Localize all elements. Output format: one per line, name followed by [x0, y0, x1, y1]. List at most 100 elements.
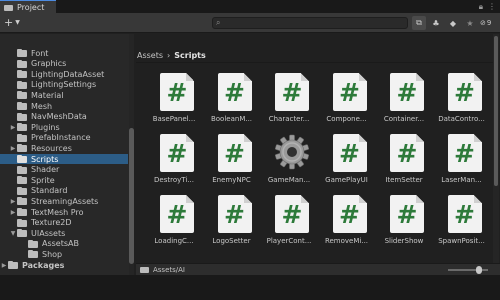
asset-name: Character...: [268, 115, 310, 123]
csharp-script-icon: #: [390, 195, 424, 233]
asset-item[interactable]: # ItemSetter: [376, 126, 432, 186]
csharp-script-icon: #: [275, 73, 309, 111]
favorite-star-icon[interactable]: ★: [463, 16, 477, 30]
asset-name: BooleanM...: [210, 115, 253, 123]
tab-project[interactable]: Project: [0, 0, 56, 13]
breadcrumb-root[interactable]: Assets: [137, 51, 163, 60]
folder-icon: [4, 4, 13, 11]
tree-item-packages[interactable]: ▶ Packages: [0, 260, 65, 270]
asset-grid-scrollbar[interactable]: [493, 34, 499, 275]
folder-tree: Font Graphics LightingDataAsset LightingSet…: [0, 34, 134, 275]
tree-item-assetsab[interactable]: AssetsAB: [20, 239, 79, 249]
tree-item-font[interactable]: Font: [9, 48, 48, 58]
tree-item-lightingsettings[interactable]: LightingSettings: [9, 80, 96, 90]
tree-item-plugins[interactable]: ▶ Plugins: [9, 122, 60, 132]
asset-item[interactable]: # GamePlayUI: [319, 126, 375, 186]
kebab-menu-icon[interactable]: ⋮: [488, 2, 496, 11]
tree-item-label: Scripts: [31, 154, 59, 164]
tree-item-mesh[interactable]: Mesh: [9, 101, 52, 111]
folder-icon: [17, 218, 28, 227]
tree-item-material[interactable]: Material: [9, 90, 64, 100]
asset-item[interactable]: # RemoveMi...: [319, 187, 375, 247]
asset-name: LaserMan...: [441, 176, 482, 184]
asset-item[interactable]: # LoadingC...: [146, 187, 202, 247]
tree-item-label: Packages: [22, 260, 65, 270]
expand-arrow-right-icon[interactable]: ▶: [0, 262, 8, 269]
tree-item-label: AssetsAB: [42, 239, 79, 249]
tree-item-textmesh-pro[interactable]: ▶ TextMesh Pro: [9, 207, 84, 217]
tree-item-label: Shader: [31, 165, 60, 175]
lock-icon[interactable]: 🔒︎: [479, 2, 483, 12]
asset-item[interactable]: # Character...: [261, 65, 317, 125]
asset-item[interactable]: # EnemyNPC: [204, 126, 260, 186]
expand-arrow-down-icon[interactable]: ▼: [9, 230, 17, 237]
tree-item-label: NavMeshData: [31, 112, 87, 122]
tree-item-sprite[interactable]: Sprite: [9, 175, 55, 185]
expand-arrow-right-icon[interactable]: ▶: [9, 124, 17, 131]
folder-icon: [17, 123, 28, 132]
tree-item-label: TextMesh Pro: [31, 207, 84, 217]
tree-item-graphics[interactable]: Graphics: [9, 59, 66, 69]
slider-knob[interactable]: [476, 266, 482, 274]
tree-item-streamingassets[interactable]: ▶ StreamingAssets: [9, 196, 99, 206]
tree-item-shader[interactable]: Shader: [9, 165, 59, 175]
folder-icon: [17, 208, 28, 216]
create-button[interactable]: + ▼: [4, 16, 20, 29]
tree-item-label: LightingDataAsset: [31, 69, 105, 79]
folder-icon: [17, 59, 28, 68]
search-input[interactable]: ⌕: [212, 17, 408, 29]
asset-item[interactable]: # LaserMan...: [434, 126, 490, 186]
asset-item[interactable]: # DataContro...: [434, 65, 490, 125]
tree-item-lightingdataasset[interactable]: LightingDataAsset: [9, 69, 104, 79]
search-by-type-icon[interactable]: ⧉: [412, 16, 426, 30]
breadcrumb-current[interactable]: Scripts: [174, 51, 206, 60]
csharp-script-icon: #: [160, 134, 194, 172]
expand-arrow-right-icon[interactable]: ▶: [9, 198, 17, 205]
asset-item[interactable]: # SliderShow: [376, 187, 432, 247]
tree-item-texture2d[interactable]: Texture2D: [9, 218, 72, 228]
tree-item-standard[interactable]: Standard: [9, 186, 67, 196]
expand-arrow-right-icon[interactable]: ▶: [9, 145, 17, 152]
tree-item-label: Standard: [31, 186, 68, 196]
asset-item[interactable]: # SpawnPosit...: [434, 187, 490, 247]
tree-item-scripts[interactable]: Scripts: [0, 154, 128, 164]
csharp-script-icon: #: [390, 73, 424, 111]
folder-icon: [17, 112, 28, 121]
tree-item-label: Sprite: [31, 175, 55, 185]
asset-item[interactable]: # PlayerCont...: [261, 187, 317, 247]
folder-icon: [17, 70, 28, 79]
tree-item-navmeshdata[interactable]: NavMeshData: [9, 112, 87, 122]
tree-item-label: Shop: [42, 249, 63, 259]
icon-size-slider[interactable]: [448, 266, 488, 274]
asset-name: DestroyTi...: [154, 176, 194, 184]
breadcrumb-separator: ›: [167, 50, 171, 60]
folder-icon: [17, 197, 28, 206]
folder-tree-scrollbar[interactable]: [129, 34, 134, 275]
expand-arrow-right-icon[interactable]: ▶: [9, 209, 17, 216]
csharp-script-icon: #: [332, 195, 367, 233]
asset-item[interactable]: # Container...: [376, 65, 432, 125]
csharp-script-icon: #: [160, 195, 194, 233]
asset-item[interactable]: GameMan...: [261, 126, 317, 186]
tree-item-uiassets[interactable]: ▼ UIAssets: [9, 228, 66, 238]
hidden-packages-toggle[interactable]: ⊘ 9: [480, 19, 491, 27]
asset-item[interactable]: # BooleanM...: [204, 65, 260, 125]
tree-item-resources[interactable]: ▶ Resources: [9, 143, 72, 153]
folder-icon: [17, 165, 28, 174]
tree-item-label: Graphics: [31, 59, 67, 69]
asset-item[interactable]: # Compone...: [319, 65, 375, 125]
tag-icon[interactable]: ◆: [446, 16, 460, 30]
csharp-script-icon: #: [217, 134, 252, 172]
asset-item[interactable]: # BasePanel...: [146, 65, 202, 125]
asset-item[interactable]: # LogoSetter: [204, 187, 260, 247]
status-bar: Assets/AI: [136, 263, 500, 275]
tree-item-prefabinstance[interactable]: PrefabInstance: [9, 133, 91, 143]
tree-item-shop[interactable]: Shop: [20, 249, 62, 259]
search-by-label-icon[interactable]: ♣: [429, 16, 443, 30]
tree-item-label: Material: [31, 90, 64, 100]
tree-item-label: LightingSettings: [31, 80, 97, 90]
tree-item-label: Font: [31, 48, 49, 58]
asset-name: DataContro...: [438, 115, 485, 123]
folder-icon: [17, 155, 28, 163]
asset-item[interactable]: # DestroyTi...: [146, 126, 202, 186]
